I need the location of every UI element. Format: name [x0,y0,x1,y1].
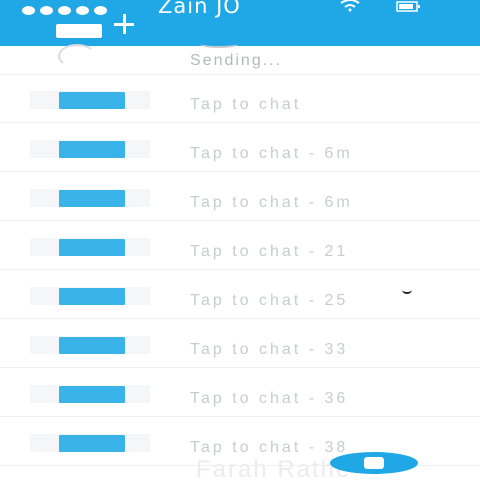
chat-row[interactable]: Tap to chat - 25 [0,270,480,319]
chat-icon [364,457,384,469]
chat-caption: Tap to chat - 36 [190,390,349,407]
chat-row[interactable]: Tap to chat - 33 [0,319,480,368]
chat-row[interactable]: Tap to chat [0,74,480,123]
camera-fab-button[interactable] [330,452,418,474]
chat-caption: Tap to chat - 21 [190,243,349,260]
chat-bubble-icon [59,288,125,305]
unread-mark-icon [402,286,412,294]
chat-row[interactable]: Tap to chat - 6m [0,172,480,221]
chat-row-sending[interactable]: Sending... [0,44,480,75]
chat-caption: Tap to chat - 33 [190,341,349,358]
chat-list[interactable]: Sending... Tap to chat Tap to chat - 6m … [0,44,480,480]
chat-row[interactable]: Tap to chat - 36 [0,368,480,417]
chat-bubble-icon [59,190,125,207]
name-fragment [200,40,238,48]
chat-bubble-icon [59,141,125,158]
new-chat-button[interactable] [56,14,156,44]
chat-caption: Tap to chat - 6m [190,145,353,162]
chat-caption: Tap to chat - 6m [190,194,353,211]
chat-bubble-icon [56,24,102,38]
carrier-name: Zain JO [158,0,241,18]
sending-status: Sending... [190,52,283,69]
chat-caption: Tap to chat - 38 [190,439,349,456]
chat-row[interactable]: Tap to chat - 21 [0,221,480,270]
chat-caption: Tap to chat [190,96,302,113]
chat-bubble-icon [59,239,125,256]
chat-row[interactable]: Tap to chat - 6m [0,123,480,172]
loading-spinner-icon [58,44,96,68]
wifi-icon [340,0,360,12]
chat-bubble-icon [59,386,125,403]
chat-bubble-icon [59,435,125,452]
status-bar: Zain JO [0,0,480,46]
new-chat-plus-icon [114,14,134,34]
chat-caption: Tap to chat - 25 [190,292,349,309]
battery-icon [396,1,420,12]
chat-bubble-icon [59,92,125,109]
chat-bubble-icon [59,337,125,354]
